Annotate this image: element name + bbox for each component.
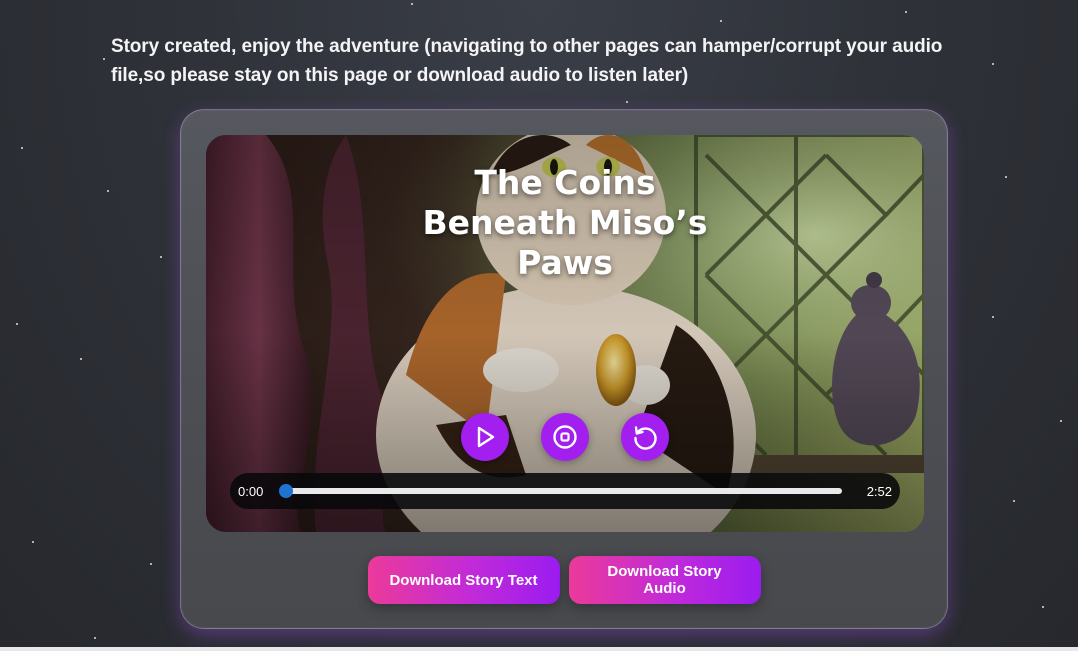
restart-button[interactable]: [621, 413, 669, 461]
audio-player-bar: 0:00 2:52: [230, 473, 900, 509]
download-actions: Download Story Text Download Story Audio: [181, 556, 947, 604]
play-button[interactable]: [461, 413, 509, 461]
story-title: The Coins Beneath Miso’s Paws: [422, 163, 708, 282]
audio-seek-slider[interactable]: [279, 484, 842, 498]
story-player-card: The Coins Beneath Miso’s Paws 0:00 2:52 …: [180, 109, 948, 629]
page-bottom-edge: [0, 647, 1078, 651]
restart-icon: [634, 426, 657, 450]
download-story-text-button[interactable]: Download Story Text: [367, 556, 560, 604]
stop-button[interactable]: [541, 413, 589, 461]
story-player: The Coins Beneath Miso’s Paws 0:00 2:52: [206, 135, 924, 532]
stop-icon: [553, 425, 577, 449]
story-created-notice: Story created, enjoy the adventure (navi…: [111, 36, 943, 86]
seek-slider-thumb[interactable]: [279, 484, 293, 498]
duration-time: 2:52: [866, 483, 892, 499]
play-icon: [477, 426, 495, 448]
playback-controls: [206, 413, 924, 461]
download-story-audio-button[interactable]: Download Story Audio: [568, 556, 761, 604]
